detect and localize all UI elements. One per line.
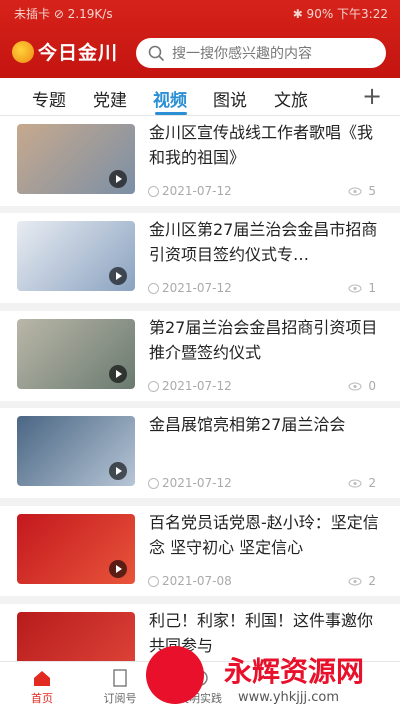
article-views: 2 [348,574,376,588]
search-placeholder: 搜一搜你感兴趣的内容 [172,46,312,62]
article-meta: 2021-07-12 1 [148,281,378,297]
eye-icon [348,187,362,196]
tab-wenlv[interactable]: 文旅 [274,86,308,111]
video-feed: 金川区宣传战线工作者歌唱《我和我的祖国》 2021-07-12 5 金川区第27… [0,116,400,661]
play-icon [109,462,127,480]
article-thumbnail [17,514,135,584]
app-header: 未插卡 ⊘ 2.19K/s ✱ 90% 下午3:22 今日金川 搜一搜你感兴趣的… [0,0,400,78]
app-name: 今日金川 [38,42,119,64]
article-item[interactable]: 第27届兰治会金昌招商引资项目推介暨签约仪式 2021-07-12 0 [0,311,400,401]
search-input[interactable]: 搜一搜你感兴趣的内容 [136,38,386,68]
article-meta: 2021-07-12 0 [148,379,378,395]
home-icon [34,671,50,686]
article-date: 2021-07-12 [148,476,232,490]
article-views: 2 [348,476,376,490]
watermark: 永辉资源网 www.yhkjjj.com [120,640,400,711]
watermark-url: www.yhkjjj.com [238,690,340,705]
article-thumbnail [17,612,135,661]
play-icon [109,365,127,383]
article-views: 1 [348,281,376,295]
article-thumbnail [17,319,135,389]
views-count: 2 [368,574,376,588]
article-views: 5 [348,184,376,198]
article-meta: 2021-07-12 2 [148,476,378,492]
article-date: 2021-07-12 [148,281,232,295]
category-tabs: 专题 党建 视频 图说 文旅 + [0,78,400,116]
article-meta: 2021-07-08 2 [148,574,378,590]
article-title: 金川区宣传战线工作者歌唱《我和我的祖国》 [149,123,374,167]
app-logo[interactable]: 今日金川 [12,38,118,65]
active-tab-indicator [155,112,187,115]
views-count: 1 [368,281,376,295]
eye-icon [348,577,362,586]
article-thumbnail [17,221,135,291]
play-icon [109,267,127,285]
tab-video[interactable]: 视频 [153,86,187,111]
logo-emblem-icon [12,40,34,63]
article-date: 2021-07-12 [148,379,232,393]
article-item[interactable]: 金川区第27届兰治会金昌市招商引资项目签约仪式专… 2021-07-12 1 [0,213,400,303]
article-thumbnail [17,124,135,194]
article-views: 0 [348,379,376,393]
tab-zhuanti[interactable]: 专题 [32,86,66,111]
play-icon [109,560,127,578]
status-bar: 未插卡 ⊘ 2.19K/s ✱ 90% 下午3:22 [0,0,400,24]
nav-home-label: 首页 [31,692,53,705]
eye-icon [348,284,362,293]
article-date: 2021-07-12 [148,184,232,198]
views-count: 5 [368,184,376,198]
eye-icon [348,479,362,488]
add-tab-icon[interactable]: + [362,82,382,110]
tab-dangjian[interactable]: 党建 [93,86,127,111]
play-icon [109,170,127,188]
views-count: 2 [368,476,376,490]
search-icon [148,45,164,61]
status-left: 未插卡 ⊘ 2.19K/s [14,7,113,21]
watermark-text: 永辉资源网 [224,655,365,688]
article-meta: 2021-07-12 5 [148,184,378,200]
eye-icon [348,382,362,391]
watermark-logo-icon [146,646,204,704]
article-date: 2021-07-08 [148,574,232,588]
tab-tushuo[interactable]: 图说 [213,86,247,111]
article-thumbnail [17,416,135,486]
status-right: ✱ 90% 下午3:22 [292,7,388,21]
article-title: 百名党员话党恩-赵小玲：坚定信念 坚守初心 坚定信心 [149,513,379,557]
article-item[interactable]: 金川区宣传战线工作者歌唱《我和我的祖国》 2021-07-12 5 [0,116,400,206]
article-title: 金川区第27届兰治会金昌市招商引资项目签约仪式专… [149,220,378,264]
article-item[interactable]: 百名党员话党恩-赵小玲：坚定信念 坚守初心 坚定信心 2021-07-08 2 [0,506,400,596]
views-count: 0 [368,379,376,393]
article-title: 第27届兰治会金昌招商引资项目推介暨签约仪式 [149,318,378,362]
article-item[interactable]: 金昌展馆亮相第27届兰洽会 2021-07-12 2 [0,408,400,498]
nav-home[interactable]: 首页 [12,668,72,706]
article-title: 金昌展馆亮相第27届兰洽会 [149,415,346,434]
